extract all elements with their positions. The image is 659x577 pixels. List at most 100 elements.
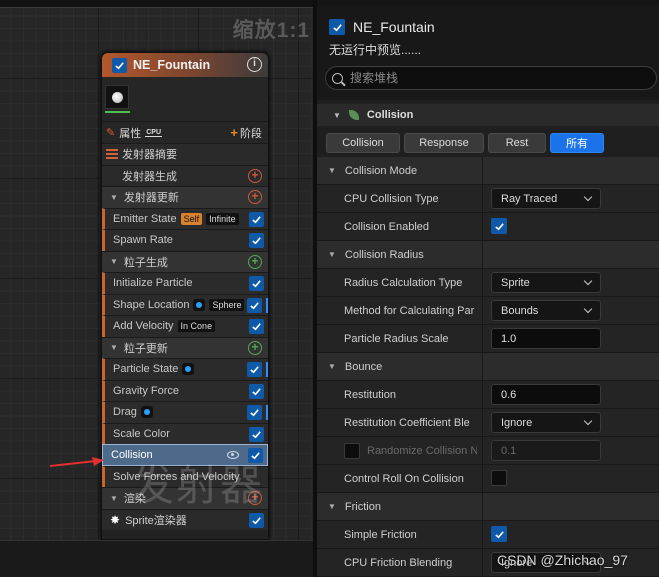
- column-divider: [482, 409, 483, 436]
- module-initialize-particle[interactable]: Initialize Particle: [102, 272, 268, 294]
- category-friction[interactable]: ▼ Friction: [317, 493, 659, 521]
- search-input[interactable]: [350, 71, 630, 85]
- module-label: Collision: [111, 448, 153, 461]
- plus-icon: +: [230, 125, 238, 140]
- module-spawn-rate[interactable]: Spawn Rate: [102, 229, 268, 251]
- module-enabled-checkbox[interactable]: [249, 426, 264, 442]
- renderer-enabled-checkbox[interactable]: [249, 512, 264, 528]
- module-label: Add Velocity: [113, 320, 174, 333]
- prop-label: Particle Radius Scale: [344, 333, 449, 345]
- module-enabled-checkbox[interactable]: [247, 297, 262, 313]
- emitter-update-group[interactable]: ▼ 发射器更新 +: [102, 186, 268, 208]
- render-group[interactable]: ▼ 渲染 +: [102, 487, 268, 509]
- check-icon: [115, 61, 124, 69]
- module-add-velocity[interactable]: Add Velocity In Cone: [102, 315, 268, 337]
- dynamic-input-icon: [140, 406, 153, 419]
- node-enabled-checkbox[interactable]: [112, 57, 127, 73]
- sprite-renderer-row[interactable]: ✸ Sprite渲染器: [102, 508, 268, 530]
- check-icon: [252, 430, 261, 438]
- check-icon: [252, 387, 261, 395]
- check-icon: [494, 222, 504, 230]
- module-collision[interactable]: Collision: [102, 444, 268, 466]
- module-particle-state[interactable]: Particle State: [102, 358, 268, 380]
- column-divider: [482, 241, 483, 268]
- module-enabled-checkbox[interactable]: [249, 383, 264, 399]
- module-solve-forces[interactable]: Solve Forces and Velocity: [102, 465, 268, 487]
- column-divider: [482, 185, 483, 212]
- simple-friction-checkbox[interactable]: [491, 526, 507, 542]
- module-enabled-checkbox[interactable]: [249, 276, 264, 291]
- module-enabled-checkbox[interactable]: [247, 405, 262, 420]
- method-calculating-dropdown[interactable]: Bounds: [491, 300, 601, 321]
- randomize-collision-checkbox[interactable]: [344, 443, 360, 459]
- tab-collision[interactable]: Collision: [326, 133, 400, 153]
- eye-icon[interactable]: [227, 451, 239, 459]
- node-title: NE_Fountain: [133, 58, 211, 72]
- module-enabled-checkbox[interactable]: [249, 233, 264, 248]
- module-gravity-force[interactable]: Gravity Force: [102, 379, 268, 401]
- control-roll-checkbox[interactable]: [491, 470, 507, 486]
- module-enabled-checkbox[interactable]: [249, 319, 264, 334]
- add-stage-button[interactable]: + 阶段: [230, 125, 262, 141]
- column-divider: [482, 437, 483, 464]
- infinite-chip: Infinite: [206, 212, 239, 225]
- emitter-thumbnail[interactable]: [105, 85, 129, 109]
- emitter-summary-row[interactable]: 发射器摘要: [102, 143, 268, 165]
- tab-rest[interactable]: Rest: [488, 133, 546, 153]
- add-module-icon[interactable]: +: [248, 254, 262, 269]
- randomize-collision-input[interactable]: 0.1: [491, 440, 601, 461]
- module-enabled-checkbox[interactable]: [249, 211, 264, 227]
- node-header[interactable]: NE_Fountain i: [102, 53, 268, 77]
- category-bounce[interactable]: ▼ Bounce: [317, 353, 659, 381]
- column-divider: [482, 549, 483, 576]
- add-module-icon[interactable]: +: [248, 190, 262, 204]
- module-label: Scale Color: [113, 427, 170, 440]
- dropdown-value: Bounds: [501, 304, 539, 317]
- prop-cpu-collision-type: CPU Collision Type Ray Traced: [317, 185, 659, 213]
- prop-label: Radius Calculation Type: [344, 277, 463, 289]
- cpu-collision-type-dropdown[interactable]: Ray Traced: [491, 188, 601, 209]
- collision-enabled-checkbox[interactable]: [491, 218, 507, 234]
- add-module-icon[interactable]: +: [248, 340, 262, 355]
- column-divider: [482, 213, 483, 240]
- graph-canvas[interactable]: 缩放1:1 NE_Fountain i ✎ 属性 CPU + 阶段 发射器摘要 发…: [0, 0, 316, 577]
- module-drag[interactable]: Drag: [102, 401, 268, 423]
- search-box[interactable]: [325, 66, 657, 90]
- info-icon[interactable]: i: [247, 57, 262, 72]
- module-shape-location[interactable]: Shape Location Sphere: [102, 293, 268, 315]
- check-icon: [494, 530, 504, 538]
- particle-update-label: 粒子更新: [123, 342, 168, 355]
- in-cone-chip: In Cone: [177, 320, 216, 333]
- category-collision-mode[interactable]: ▼ Collision Mode: [317, 157, 659, 185]
- preview-status: 无运行中预览......: [329, 43, 422, 57]
- list-icon: [106, 149, 118, 160]
- add-module-icon[interactable]: +: [248, 168, 262, 183]
- restitution-blending-dropdown[interactable]: Ignore: [491, 412, 601, 433]
- particle-update-group[interactable]: ▼ 粒子更新 +: [102, 336, 268, 358]
- collision-section-header[interactable]: ▼ Collision: [317, 104, 659, 126]
- tab-all[interactable]: 所有: [550, 133, 604, 153]
- properties-row[interactable]: ✎ 属性 CPU + 阶段: [102, 121, 268, 143]
- category-collision-radius[interactable]: ▼ Collision Radius: [317, 241, 659, 269]
- module-enabled-checkbox[interactable]: [247, 362, 262, 377]
- module-emitter-state[interactable]: Emitter State Self Infinite: [102, 207, 268, 229]
- emitter-update-label: 发射器更新: [123, 192, 179, 205]
- check-icon: [250, 409, 259, 417]
- restitution-input[interactable]: 0.6: [491, 384, 601, 405]
- emitter-spawn-row[interactable]: 发射器生成 +: [102, 164, 268, 186]
- module-enabled-checkbox[interactable]: [248, 448, 263, 463]
- particle-radius-scale-input[interactable]: 1.0: [491, 328, 601, 349]
- particle-spawn-group[interactable]: ▼ 粒子生成 +: [102, 250, 268, 272]
- radius-calculation-dropdown[interactable]: Sprite: [491, 272, 601, 293]
- tab-response[interactable]: Response: [404, 133, 484, 153]
- emitter-node[interactable]: NE_Fountain i ✎ 属性 CPU + 阶段 发射器摘要 发射器生成 +…: [101, 52, 269, 540]
- category-label: Collision Mode: [344, 164, 418, 177]
- cpu-badge: CPU: [145, 128, 162, 137]
- caret-down-icon: ▼: [328, 362, 336, 371]
- module-scale-color[interactable]: Scale Color: [102, 422, 268, 444]
- add-renderer-icon[interactable]: +: [248, 491, 262, 505]
- dynamic-input-icon: [193, 298, 206, 311]
- emitter-enabled-checkbox[interactable]: [329, 19, 345, 35]
- module-label: Particle State: [113, 363, 179, 376]
- prop-label: Restitution: [344, 389, 396, 401]
